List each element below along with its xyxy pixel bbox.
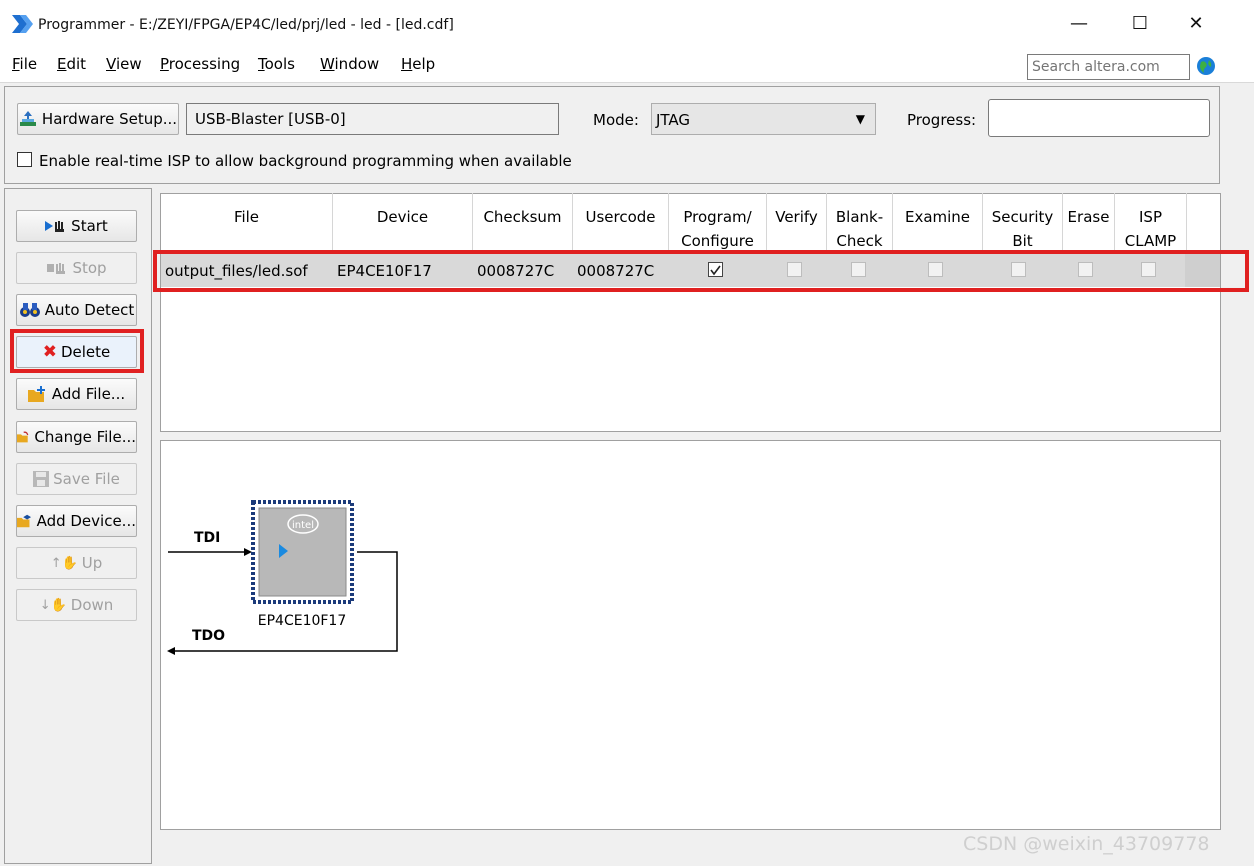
column-header-security-bit[interactable]: Security Bit <box>983 205 1062 253</box>
column-header-isp-clamp[interactable]: ISP CLAMP <box>1115 205 1186 253</box>
binoculars-icon <box>19 303 40 317</box>
column-divider <box>1186 193 1187 251</box>
add-device-label: Add Device... <box>36 512 136 530</box>
watermark: CSDN @weixin_43709778 <box>963 833 1210 855</box>
stop-icon <box>47 263 66 274</box>
up-arrow-icon: ↑✋ <box>50 555 78 571</box>
menu-file[interactable]: File <box>12 55 37 73</box>
row-highlight-box <box>153 250 1249 292</box>
up-button[interactable]: ↑✋ Up <box>16 547 137 579</box>
progress-label: Progress: <box>907 111 977 129</box>
search-box <box>1027 54 1190 80</box>
column-header-verify[interactable]: Verify <box>767 205 826 229</box>
tdo-label: TDO <box>192 628 225 644</box>
globe-icon[interactable] <box>1196 56 1216 76</box>
search-input[interactable] <box>1028 55 1189 79</box>
column-header-usercode[interactable]: Usercode <box>573 205 668 229</box>
mode-value: JTAG <box>656 111 691 129</box>
change-file-label: Change File... <box>34 428 136 446</box>
save-file-button[interactable]: Save File <box>16 463 137 495</box>
window-title: Programmer - E:/ZEYI/FPGA/EP4C/led/prj/l… <box>38 17 454 33</box>
start-button[interactable]: Start <box>16 210 137 242</box>
column-header-file[interactable]: File <box>161 205 332 229</box>
isp-label: Enable real-time ISP to allow background… <box>39 152 572 170</box>
mode-select[interactable]: JTAG ▼ <box>651 103 876 135</box>
chip-device-label: EP4CE10F17 <box>258 613 347 629</box>
up-label: Up <box>81 554 103 572</box>
column-header-checksum[interactable]: Checksum <box>473 205 572 229</box>
hardware-setup-label: Hardware Setup... <box>41 110 178 128</box>
tdi-label: TDI <box>194 530 220 546</box>
auto-detect-button[interactable]: Auto Detect <box>16 294 137 326</box>
close-button[interactable]: ✕ <box>1173 0 1219 46</box>
start-icon <box>45 221 65 232</box>
jtag-chain-diagram: TDI TDO intel EP4CE10F17 <box>167 500 398 655</box>
column-header-device[interactable]: Device <box>333 205 472 229</box>
menu-tools[interactable]: Tools <box>258 55 295 73</box>
column-header-program-configure[interactable]: Program/Configure <box>669 205 766 253</box>
save-icon <box>33 471 50 487</box>
chip-logo-text: intel <box>292 520 314 531</box>
menu-processing[interactable]: Processing <box>160 55 240 73</box>
tdi-arrow-icon <box>244 548 252 556</box>
hardware-setup-button[interactable]: Hardware Setup... <box>17 103 179 135</box>
delete-highlight-box <box>10 329 144 373</box>
hardware-device-field: USB-Blaster [USB-0] <box>186 103 559 135</box>
save-file-label: Save File <box>53 470 120 488</box>
column-header-blank-check[interactable]: Blank- Check <box>827 205 892 253</box>
add-file-button[interactable]: Add File... <box>16 378 137 410</box>
auto-detect-label: Auto Detect <box>44 301 135 319</box>
tdo-arrow-icon <box>167 647 175 655</box>
column-header-erase[interactable]: Erase <box>1063 205 1114 229</box>
hardware-setup-icon <box>19 111 36 126</box>
start-label: Start <box>71 217 108 235</box>
add-device-icon <box>17 514 32 528</box>
chevron-down-icon: ▼ <box>855 112 865 126</box>
stop-button[interactable]: Stop <box>16 252 137 284</box>
down-arrow-icon: ↓✋ <box>39 597 67 613</box>
menu-view[interactable]: View <box>106 55 142 73</box>
menu-window[interactable]: Window <box>320 55 379 73</box>
menu-help[interactable]: Help <box>401 55 435 73</box>
column-header-examine[interactable]: Examine <box>893 205 982 229</box>
maximize-button[interactable]: ☐ <box>1117 0 1163 46</box>
isp-checkbox[interactable] <box>17 152 32 167</box>
down-button[interactable]: ↓✋ Down <box>16 589 137 621</box>
change-file-button[interactable]: Change File... <box>16 421 137 453</box>
folder-add-icon <box>27 386 45 402</box>
folder-change-icon <box>17 431 29 443</box>
down-label: Down <box>70 596 114 614</box>
minimize-button[interactable]: — <box>1056 0 1102 46</box>
progress-bar <box>988 99 1210 137</box>
programmer-app-icon <box>12 15 33 33</box>
stop-label: Stop <box>72 259 107 277</box>
add-device-button[interactable]: Add Device... <box>16 505 137 537</box>
mode-label: Mode: <box>593 111 639 129</box>
add-file-label: Add File... <box>51 385 126 403</box>
menu-edit[interactable]: Edit <box>57 55 86 73</box>
